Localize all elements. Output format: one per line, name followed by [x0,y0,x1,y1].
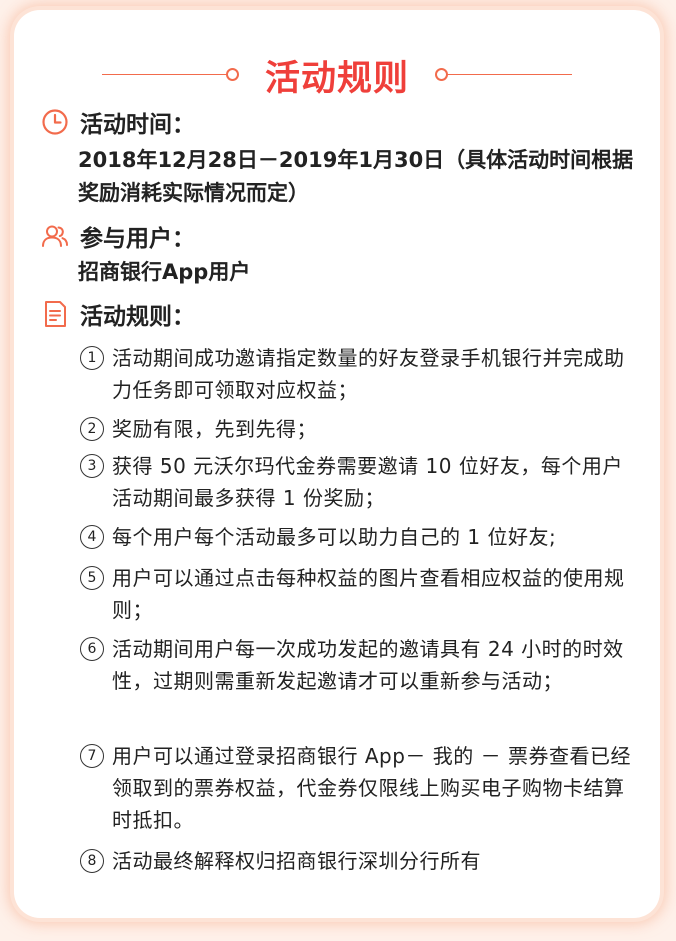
section-rules-label: 活动规则： [80,304,195,330]
section-users-label: 参与用户： [80,226,195,252]
rule-item-8: 8 活动最终解释权归招商银行深圳分行所有 [80,845,640,877]
rule-item-1: 1 活动期间成功邀请指定数量的好友登录手机银行并完成助力任务即可领取对应权益； [80,342,640,406]
page-title: 活动规则 [264,59,409,99]
rule-number: 1 [80,346,104,370]
rules-card: 活动规则 活动时间： 2018年12月28日－2019年1月30日（具体活动时间… [14,10,660,918]
rule-number: 3 [80,454,104,478]
users-icon [40,221,70,251]
rule-item-4: 4 每个用户每个活动最多可以助力自己的 1 位好友; [80,521,640,553]
section-rules-heading: 活动规则： [40,296,195,332]
rule-text: 奖励有限，先到先得； [112,417,317,441]
rule-text: 用户可以通过点击每种权益的图片查看相应权益的使用规则； [112,566,625,622]
rule-text: 用户可以通过登录招商银行 App－ 我的 － 票券查看已经领取到的票券权益，代金… [112,744,632,832]
section-time-heading: 活动时间： [40,104,195,140]
title-decor-line-right [446,74,572,75]
title-row: 活动规则 [14,44,660,104]
section-time-label: 活动时间： [80,112,195,138]
document-icon [40,299,70,329]
rule-item-3: 3 获得 50 元沃尔玛代金券需要邀请 10 位好友，每个用户活动期间最多获得 … [80,450,640,514]
rule-text: 活动期间用户每一次成功发起的邀请具有 24 小时的时效性，过期则需重新发起邀请才… [112,637,624,693]
rule-item-5: 5 用户可以通过点击每种权益的图片查看相应权益的使用规则； [80,562,640,626]
rule-text: 活动期间成功邀请指定数量的好友登录手机银行并完成助力任务即可领取对应权益； [112,346,625,402]
rule-text: 每个用户每个活动最多可以助力自己的 1 位好友; [112,525,557,549]
rule-item-7: 7 用户可以通过登录招商银行 App－ 我的 － 票券查看已经领取到的票券权益，… [80,740,640,836]
section-users-text: 招商银行App用户 [78,260,251,284]
rule-number: 4 [80,525,104,549]
rule-text: 获得 50 元沃尔玛代金券需要邀请 10 位好友，每个用户活动期间最多获得 1 … [112,454,623,510]
rule-item-2: 2 奖励有限，先到先得； [80,413,640,445]
rule-number: 8 [80,849,104,873]
rule-number: 7 [80,744,104,768]
section-time-text: 2018年12月28日－2019年1月30日（具体活动时间根据奖励消耗实际情况而… [78,148,634,205]
section-users-heading: 参与用户： [40,218,195,254]
rule-text: 活动最终解释权归招商银行深圳分行所有 [112,849,481,873]
rule-item-6: 6 活动期间用户每一次成功发起的邀请具有 24 小时的时效性，过期则需重新发起邀… [80,633,640,697]
rule-number: 6 [80,637,104,661]
rule-number: 2 [80,417,104,441]
rule-number: 5 [80,566,104,590]
clock-icon [40,107,70,137]
